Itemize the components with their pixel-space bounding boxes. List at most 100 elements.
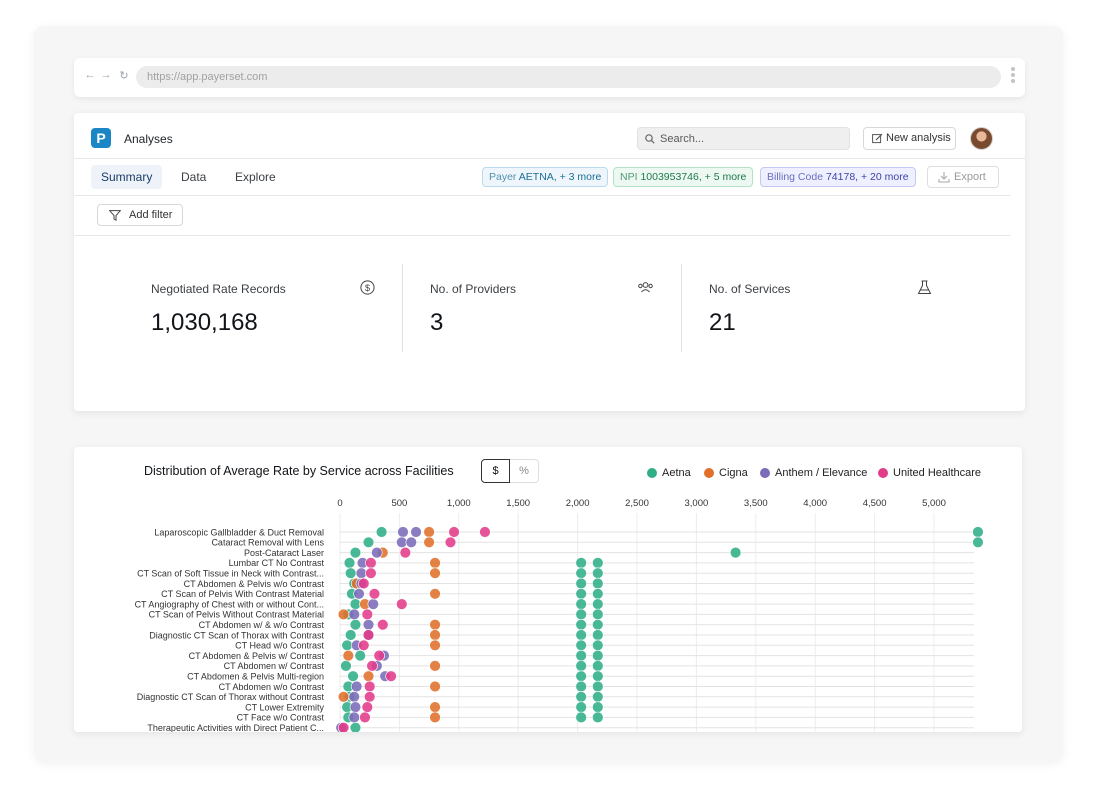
data-point[interactable] bbox=[592, 619, 604, 631]
search-input[interactable] bbox=[660, 130, 845, 147]
data-point[interactable] bbox=[344, 629, 357, 641]
data-point[interactable] bbox=[361, 701, 374, 713]
data-point[interactable] bbox=[365, 557, 377, 569]
avatar[interactable] bbox=[970, 127, 993, 150]
data-point[interactable] bbox=[365, 567, 377, 579]
data-point[interactable] bbox=[479, 526, 491, 538]
data-point[interactable] bbox=[353, 588, 365, 600]
data-point[interactable] bbox=[405, 536, 417, 549]
data-point[interactable] bbox=[371, 546, 383, 559]
data-point[interactable] bbox=[373, 649, 385, 662]
data-point[interactable] bbox=[575, 567, 587, 579]
data-point[interactable] bbox=[349, 619, 362, 631]
data-point[interactable] bbox=[358, 639, 370, 652]
data-point[interactable] bbox=[364, 680, 376, 693]
data-point[interactable] bbox=[592, 608, 604, 621]
data-point[interactable] bbox=[340, 660, 352, 672]
data-point[interactable] bbox=[575, 577, 587, 590]
data-point[interactable] bbox=[366, 660, 378, 672]
data-point[interactable] bbox=[575, 649, 587, 662]
data-point[interactable] bbox=[347, 670, 359, 682]
data-point[interactable] bbox=[729, 546, 742, 559]
data-point[interactable] bbox=[337, 691, 350, 703]
data-point[interactable] bbox=[592, 588, 604, 600]
data-point[interactable] bbox=[337, 722, 350, 732]
data-point[interactable] bbox=[448, 526, 460, 538]
arrow-right-icon[interactable]: → bbox=[99, 69, 113, 81]
data-point[interactable] bbox=[349, 598, 362, 610]
data-point[interactable] bbox=[358, 577, 370, 590]
data-point[interactable] bbox=[349, 701, 362, 713]
data-point[interactable] bbox=[592, 701, 604, 713]
tab-data[interactable]: Data bbox=[171, 165, 216, 189]
add-filter-button[interactable]: Add filter bbox=[97, 204, 183, 226]
data-point[interactable] bbox=[349, 546, 362, 559]
data-point[interactable] bbox=[362, 670, 375, 682]
url-field[interactable]: https://app.payerset.com bbox=[136, 66, 1001, 88]
data-point[interactable] bbox=[575, 639, 587, 652]
data-point[interactable] bbox=[344, 567, 357, 579]
export-button[interactable]: Export bbox=[927, 166, 999, 188]
data-point[interactable] bbox=[423, 536, 435, 549]
data-point[interactable] bbox=[429, 567, 441, 579]
data-point[interactable] bbox=[575, 629, 587, 641]
data-point[interactable] bbox=[362, 629, 375, 641]
data-point[interactable] bbox=[359, 711, 371, 724]
data-point[interactable] bbox=[592, 649, 604, 662]
data-point[interactable] bbox=[592, 711, 604, 724]
data-point[interactable] bbox=[592, 639, 604, 652]
data-point[interactable] bbox=[592, 567, 604, 579]
kebab-menu-icon[interactable] bbox=[1011, 67, 1015, 85]
data-point[interactable] bbox=[575, 557, 587, 569]
data-point[interactable] bbox=[385, 670, 397, 682]
data-point[interactable] bbox=[354, 649, 366, 662]
arrow-left-icon[interactable]: ← bbox=[83, 69, 97, 81]
data-point[interactable] bbox=[367, 598, 379, 610]
data-point[interactable] bbox=[575, 680, 587, 693]
data-point[interactable] bbox=[396, 536, 408, 549]
data-point[interactable] bbox=[592, 660, 604, 672]
data-point[interactable] bbox=[575, 588, 587, 600]
data-point[interactable] bbox=[575, 660, 587, 672]
payer-filter-chip[interactable]: Payer AETNA, + 3 more bbox=[482, 167, 609, 187]
data-point[interactable] bbox=[349, 722, 362, 732]
data-point[interactable] bbox=[364, 691, 376, 703]
data-point[interactable] bbox=[396, 598, 408, 610]
data-point[interactable] bbox=[377, 619, 389, 631]
data-point[interactable] bbox=[429, 660, 441, 672]
data-point[interactable] bbox=[575, 691, 587, 703]
data-point[interactable] bbox=[429, 701, 441, 713]
data-point[interactable] bbox=[575, 608, 587, 621]
data-point[interactable] bbox=[575, 598, 587, 610]
tab-summary[interactable]: Summary bbox=[91, 165, 163, 189]
data-point[interactable] bbox=[444, 536, 457, 549]
data-point[interactable] bbox=[341, 639, 353, 652]
data-point[interactable] bbox=[337, 608, 350, 621]
data-point[interactable] bbox=[972, 526, 984, 538]
npi-filter-chip[interactable]: NPI 1003953746, + 5 more bbox=[613, 167, 754, 187]
data-point[interactable] bbox=[343, 557, 356, 569]
data-point[interactable] bbox=[348, 608, 360, 621]
data-point[interactable] bbox=[397, 526, 409, 538]
data-point[interactable] bbox=[429, 557, 441, 569]
data-point[interactable] bbox=[342, 649, 355, 662]
data-point[interactable] bbox=[575, 670, 587, 682]
data-point[interactable] bbox=[362, 536, 375, 549]
data-point[interactable] bbox=[348, 711, 360, 724]
data-point[interactable] bbox=[575, 619, 587, 631]
data-point[interactable] bbox=[592, 598, 604, 610]
data-point[interactable] bbox=[429, 629, 441, 641]
data-point[interactable] bbox=[592, 680, 604, 693]
data-point[interactable] bbox=[399, 546, 412, 559]
new-analysis-button[interactable]: New analysis bbox=[863, 127, 956, 150]
data-point[interactable] bbox=[429, 711, 441, 724]
data-point[interactable] bbox=[350, 680, 363, 693]
data-point[interactable] bbox=[361, 608, 374, 621]
tab-explore[interactable]: Explore bbox=[225, 165, 286, 189]
data-point[interactable] bbox=[423, 526, 435, 538]
data-point[interactable] bbox=[592, 577, 604, 590]
data-point[interactable] bbox=[375, 526, 388, 538]
data-point[interactable] bbox=[362, 619, 375, 631]
data-point[interactable] bbox=[592, 629, 604, 641]
data-point[interactable] bbox=[972, 536, 984, 549]
